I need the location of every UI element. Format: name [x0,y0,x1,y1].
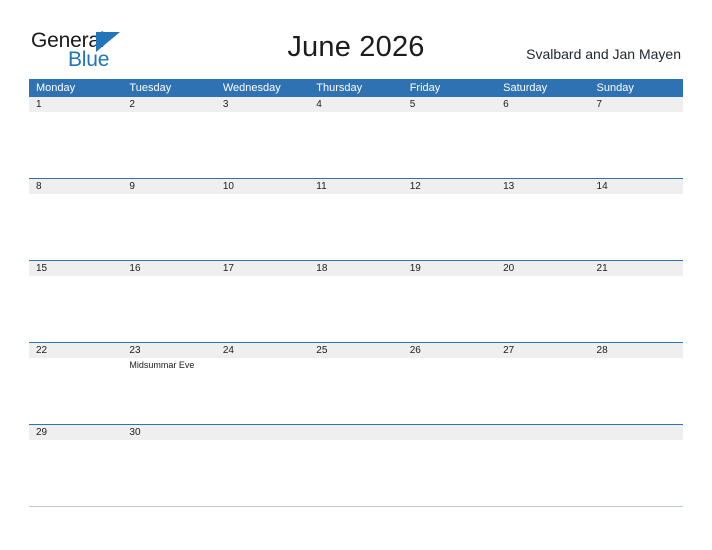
day-cell[interactable]: 15 [29,261,122,342]
day-cell[interactable]: 19 [403,261,496,342]
day-cell-empty [496,425,589,506]
day-cell[interactable]: 5 [403,97,496,178]
day-number: 5 [409,99,416,110]
day-cell[interactable]: 28 [590,343,683,424]
day-cell[interactable]: 20 [496,261,589,342]
day-cell-empty [216,425,309,506]
day-cell-empty [590,425,683,506]
day-event: Midsummar Eve [129,360,195,370]
day-number: 30 [129,427,141,438]
day-cell[interactable]: 10 [216,179,309,260]
day-number: 3 [222,99,229,110]
day-number: 26 [409,345,421,356]
weekday-header-row: Monday Tuesday Wednesday Thursday Friday… [29,79,683,97]
day-number: 15 [36,263,48,274]
day-cell-empty [309,425,402,506]
day-cell[interactable]: 16 [122,261,215,342]
day-cell[interactable]: 29 [29,425,122,506]
weekday-header-sunday: Sunday [596,82,634,94]
grid-bottom-border [29,506,683,507]
day-number: 22 [36,345,48,356]
day-number: 1 [36,99,42,110]
day-number: 10 [222,181,234,192]
day-number: 13 [503,181,515,192]
calendar-week-row: 1 2 3 4 5 6 7 [29,97,683,178]
page-header: General Blue June 2026 Svalbard and Jan … [0,0,712,78]
day-cell[interactable]: 11 [309,179,402,260]
day-cell-empty [403,425,496,506]
day-number: 25 [316,345,328,356]
day-number: 24 [222,345,234,356]
day-cell[interactable]: 18 [309,261,402,342]
day-cell[interactable]: 4 [309,97,402,178]
day-cell[interactable]: 7 [590,97,683,178]
day-number: 7 [596,99,603,110]
weekday-header-friday: Friday [409,82,441,94]
day-cell[interactable]: 6 [496,97,589,178]
day-cell[interactable]: 9 [122,179,215,260]
day-number: 9 [129,181,135,192]
day-number: 21 [596,263,608,274]
weekday-header-thursday: Thursday [316,82,363,94]
day-number: 6 [503,99,509,110]
day-cell[interactable]: 27 [496,343,589,424]
day-cell[interactable]: 13 [496,179,589,260]
day-number: 20 [503,263,515,274]
day-cell[interactable]: 14 [590,179,683,260]
weekday-header-monday: Monday [36,82,76,94]
day-cell[interactable]: 1 [29,97,122,178]
day-cell[interactable]: 22 [29,343,122,424]
weekday-header-wednesday: Wednesday [222,82,281,94]
region-label: Svalbard and Jan Mayen [526,46,681,62]
calendar-page: General Blue June 2026 Svalbard and Jan … [0,0,712,550]
day-cell[interactable]: 12 [403,179,496,260]
day-number: 2 [129,99,135,110]
day-cell[interactable]: 25 [309,343,402,424]
day-cell[interactable]: 23 Midsummar Eve [122,343,215,424]
day-number: 18 [316,263,328,274]
day-cell[interactable]: 8 [29,179,122,260]
calendar-grid: Monday Tuesday Wednesday Thursday Friday… [29,79,683,507]
day-number: 23 [129,345,141,356]
day-number: 4 [316,99,322,110]
day-cell[interactable]: 3 [216,97,309,178]
day-cell[interactable]: 17 [216,261,309,342]
day-cell[interactable]: 26 [403,343,496,424]
calendar-week-row: 22 23 Midsummar Eve 24 25 26 27 28 [29,342,683,424]
calendar-week-row: 29 30 [29,424,683,506]
day-cell[interactable]: 21 [590,261,683,342]
day-cell[interactable]: 30 [122,425,215,506]
calendar-week-row: 8 9 10 11 12 13 14 [29,178,683,260]
day-number: 17 [222,263,234,274]
day-number: 19 [409,263,421,274]
day-number: 11 [316,181,327,192]
day-cell[interactable]: 24 [216,343,309,424]
day-number: 16 [129,263,141,274]
day-number: 12 [409,181,421,192]
day-cell[interactable]: 2 [122,97,215,178]
day-number: 29 [36,427,48,438]
calendar-week-row: 15 16 17 18 19 20 21 [29,260,683,342]
weekday-header-tuesday: Tuesday [129,82,172,94]
day-number: 28 [596,345,608,356]
day-number: 8 [36,181,42,192]
day-number: 14 [596,181,608,192]
day-number: 27 [503,345,515,356]
weekday-header-saturday: Saturday [503,82,548,94]
